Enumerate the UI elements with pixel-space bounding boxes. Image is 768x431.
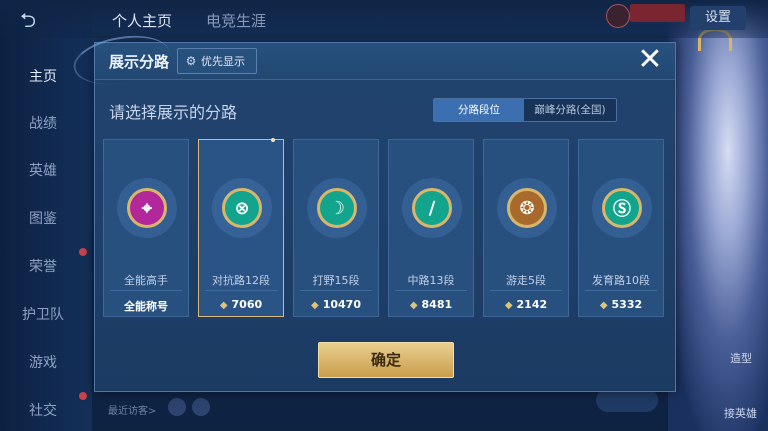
skin-label[interactable]: 造型 [730,350,752,366]
dialog-header: 展示分路 ⚙ 优先显示 ✕ [69,28,675,92]
lane-card-label: 对抗路12段 [212,274,270,287]
lane-card-mid[interactable]: ∕ 中路13段 ◆ 8481 [388,139,474,317]
lane-card-value: 5332 [611,298,643,311]
toggle-lane-rank[interactable]: 分路段位 [434,99,524,121]
lane-card-value: 10470 [322,298,361,311]
lane-card-label: 全能高手 [124,274,168,287]
visitor-avatar[interactable] [168,398,186,416]
sidebar-item-social[interactable]: 社交 [0,400,86,420]
lane-card-label: 中路13段 [407,274,455,287]
lane-card-label: 发育路10段 [592,274,650,287]
rank-points-icon: ◆ [219,300,228,311]
lane-card-value: 2142 [516,298,548,311]
all-round-badge-icon: ⌖ [127,188,167,228]
roam-badge-icon: ❂ [507,188,547,228]
rank-points-icon: ◆ [504,300,513,311]
toggle-peak-lane[interactable]: 巅峰分路(全国) [524,99,616,121]
sidebar-item-honors[interactable]: 荣誉 [0,256,86,276]
lane-card-score: ◆ 10470 [294,298,378,311]
sidebar-item-records[interactable]: 战绩 [0,113,86,133]
clash-lane-badge-icon: ⊗ [222,188,262,228]
visitor-avatar[interactable] [192,398,210,416]
status-strip [630,4,685,22]
view-toggle: 分路段位 巅峰分路(全国) [433,98,617,122]
lane-card-score: ◆ 5332 [579,298,663,311]
lane-card-score: ◆ 7060 [199,298,283,311]
selected-marker [271,138,275,142]
priority-display-button[interactable]: ⚙ 优先显示 [177,48,257,74]
sidebar-item-games[interactable]: 游戏 [0,352,86,372]
recent-visitors-link[interactable]: 最近访客> [108,402,156,417]
lane-card-jungle[interactable]: ☽ 打野15段 ◆ 10470 [293,139,379,317]
rank-points-icon: ◆ [409,300,418,311]
settings-button[interactable]: 设置 [690,6,746,30]
lane-card-label: 游走5段 [506,274,546,287]
change-hero-label[interactable]: 接英雄 [724,405,757,421]
lane-card-value: 7060 [231,298,263,311]
priority-display-label: 优先显示 [201,55,245,68]
tab-esports-career[interactable]: 电竞生涯 [206,10,266,31]
rank-points-icon: ◆ [599,300,608,311]
mid-lane-badge-icon: ∕ [412,188,452,228]
sidebar-item-heroes[interactable]: 英雄 [0,160,86,180]
jungle-badge-icon: ☽ [317,188,357,228]
lane-card-roam[interactable]: ❂ 游走5段 ◆ 2142 [483,139,569,317]
lane-card-label: 打野15段 [312,274,360,287]
dialog-subtitle: 请选择展示的分路 [109,103,238,122]
lane-card-farm[interactable]: Ⓢ 发育路10段 ◆ 5332 [578,139,664,317]
lane-card-clash[interactable]: ⊗ 对抗路12段 ◆ 7060 [198,138,284,317]
back-arrow-icon[interactable]: ⮌ [20,10,62,30]
lane-card-value: 全能称号 [124,300,168,313]
lane-card-score: ◆ 2142 [484,298,568,311]
lane-card-all-round[interactable]: ⌖ 全能高手 全能称号 [103,139,189,317]
hero-portrait [668,0,768,431]
top-bar: ⮌ 个人主页 电竞生涯 设置 [0,0,768,38]
lane-card-value: 8481 [421,298,453,311]
avatar[interactable] [606,4,630,28]
lane-card-score: ◆ 8481 [389,298,473,311]
lane-display-dialog: 展示分路 ⚙ 优先显示 ✕ 请选择展示的分路 分路段位 巅峰分路(全国) ⌖ 全能… [69,28,676,392]
rank-points-icon: ◆ [311,300,319,311]
sidebar-item-codex[interactable]: 图鉴 [0,208,86,228]
farm-lane-badge-icon: Ⓢ [602,188,642,228]
notification-dot [79,248,87,256]
sidebar-item-guard-team[interactable]: 护卫队 [0,304,86,324]
gear-icon: ⚙ [185,54,197,68]
close-icon[interactable]: ✕ [635,45,665,75]
notification-dot [79,392,87,400]
confirm-button[interactable]: 确定 [318,342,454,378]
tab-profile[interactable]: 个人主页 [112,10,172,31]
dialog-title: 展示分路 [109,53,170,71]
